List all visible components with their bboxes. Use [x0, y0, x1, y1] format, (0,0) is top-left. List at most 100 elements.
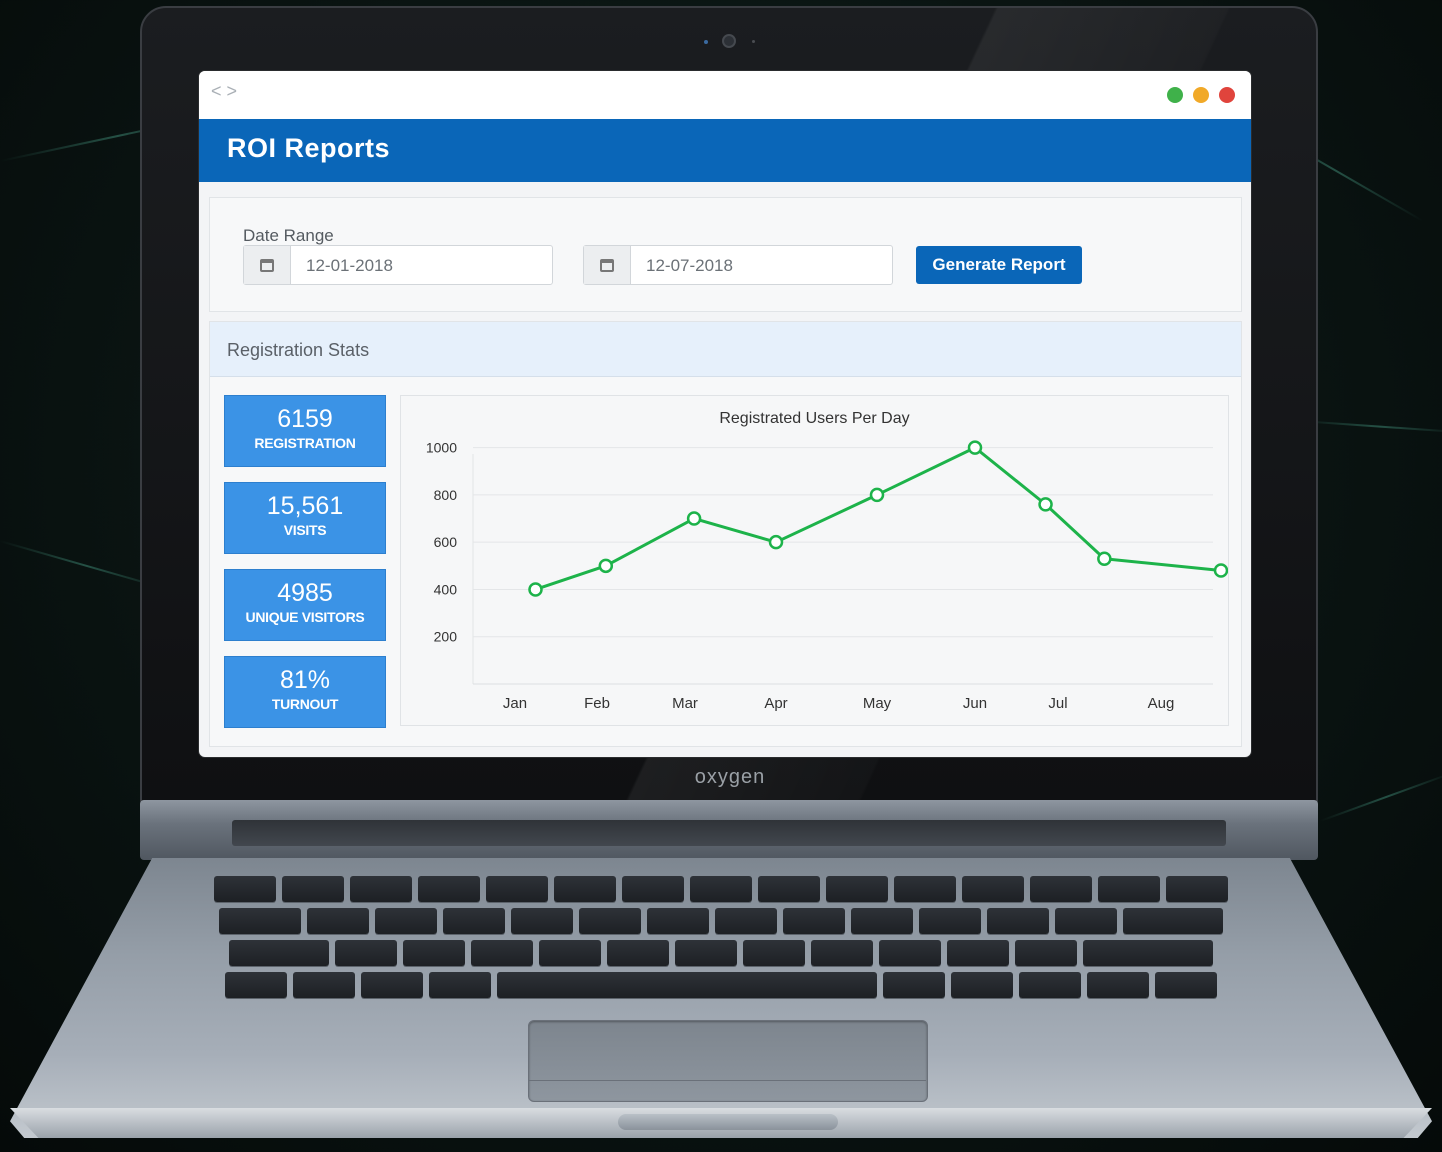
x-tick-label: Aug [1148, 695, 1175, 712]
stat-card-visits: 15,561 VISITS [224, 482, 386, 554]
keyboard-row [150, 908, 1292, 934]
data-point [598, 558, 614, 574]
background-streak [1299, 420, 1442, 434]
key [1166, 876, 1228, 902]
stat-label: VISITS [283, 522, 327, 538]
key [826, 876, 888, 902]
y-tick-label: 400 [434, 581, 458, 597]
key [1030, 876, 1092, 902]
key [554, 876, 616, 902]
key [219, 908, 301, 934]
key [987, 908, 1049, 934]
close-button[interactable] [1219, 87, 1235, 103]
window-titlebar: < > [199, 71, 1251, 119]
key [214, 876, 276, 902]
key [607, 940, 669, 966]
stat-value: 4985 [277, 579, 333, 607]
data-point [1213, 563, 1228, 578]
page-title: ROI Reports [227, 133, 391, 163]
x-tick-label: Feb [584, 695, 610, 712]
key [743, 940, 805, 966]
data-point [967, 440, 983, 455]
stats-title: Registration Stats [227, 340, 370, 360]
key [1087, 972, 1149, 998]
start-date-value[interactable]: 12-01-2018 [306, 256, 393, 276]
stat-value: 81% [279, 666, 331, 694]
key [229, 940, 329, 966]
key [539, 940, 601, 966]
end-date-field[interactable]: 12-07-2018 [583, 245, 893, 285]
data-point [528, 582, 543, 597]
trackpad-divider [528, 1080, 926, 1081]
key [486, 876, 548, 902]
nav-arrows-icon[interactable]: < > [211, 81, 237, 102]
key [225, 972, 287, 998]
calendar-icon[interactable] [584, 246, 631, 284]
x-tick-label: Apr [764, 695, 787, 712]
spacebar [497, 972, 877, 998]
data-point [686, 511, 702, 526]
trackpad [528, 1020, 928, 1102]
key [647, 908, 709, 934]
key [579, 908, 641, 934]
calendar-icon[interactable] [244, 246, 291, 284]
calendar-icon-glyph [600, 258, 614, 272]
x-tick-label: Jan [503, 695, 527, 712]
key [403, 940, 465, 966]
end-date-value[interactable]: 12-07-2018 [646, 256, 733, 276]
stat-label: TURNOUT [271, 696, 339, 712]
stat-value: 15,561 [266, 492, 344, 520]
key [690, 876, 752, 902]
stat-value: 6159 [277, 405, 333, 433]
app-header: ROI Reports [199, 119, 1251, 182]
y-tick-label: 200 [434, 629, 458, 645]
lid-notch [618, 1114, 838, 1130]
stat-label: REGISTRATION [254, 435, 356, 451]
stat-card-turnout: 81% TURNOUT [224, 656, 386, 728]
key [1055, 908, 1117, 934]
key [1015, 940, 1077, 966]
calendar-icon-glyph [260, 258, 274, 272]
maximize-button[interactable] [1167, 87, 1183, 103]
key [962, 876, 1024, 902]
key [783, 908, 845, 934]
data-point [768, 534, 784, 550]
registration-stats-panel: Registration Stats 6159 REGISTRATION 15,… [209, 321, 1242, 747]
key [361, 972, 423, 998]
minimize-button[interactable] [1193, 87, 1209, 103]
key [511, 908, 573, 934]
start-date-field[interactable]: 12-01-2018 [243, 245, 553, 285]
date-filter-panel: Date Range 12-01-2018 12-07-2018 Generat… [209, 197, 1242, 312]
keyboard-row [150, 972, 1292, 998]
key [1083, 940, 1213, 966]
key [429, 972, 491, 998]
key [1019, 972, 1081, 998]
x-tick-label: May [863, 695, 892, 712]
key [1098, 876, 1160, 902]
line-chart: Registrated Users Per Day 200 400 600 800 10… [400, 395, 1229, 726]
key [879, 940, 941, 966]
y-tick-label: 1000 [426, 440, 457, 456]
background-streak [1320, 772, 1442, 822]
key [811, 940, 873, 966]
x-tick-label: Mar [672, 695, 698, 712]
stats-panel-header: Registration Stats [210, 322, 1241, 377]
key [622, 876, 684, 902]
camera-indicator [704, 40, 708, 44]
key [883, 972, 945, 998]
data-point [869, 487, 885, 503]
data-point [1038, 497, 1053, 512]
generate-report-button[interactable]: Generate Report [916, 246, 1082, 284]
hinge-slot [232, 820, 1226, 846]
key [443, 908, 505, 934]
key [715, 908, 777, 934]
y-tick-label: 600 [434, 534, 458, 550]
key [335, 940, 397, 966]
x-tick-label: Jul [1048, 695, 1067, 712]
key [919, 908, 981, 934]
key [894, 876, 956, 902]
keyboard-row [150, 876, 1292, 902]
camera-sensor [752, 40, 755, 43]
key [675, 940, 737, 966]
key [951, 972, 1013, 998]
